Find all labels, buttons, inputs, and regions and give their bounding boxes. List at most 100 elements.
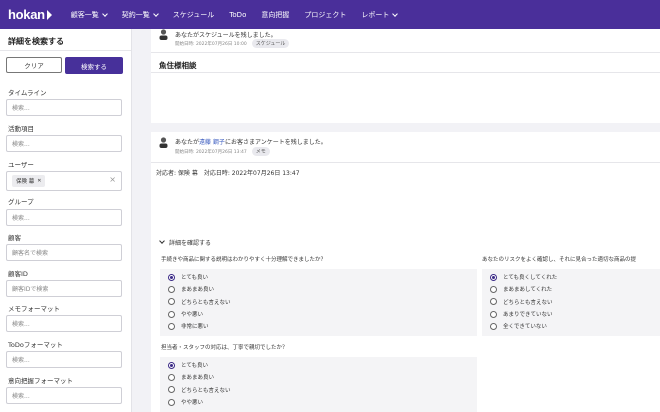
activity-text-prefix: あなたが [175, 139, 200, 146]
filter-label-activity: 活動項目 [8, 125, 34, 133]
radio-checked-icon [168, 361, 175, 369]
activity-input[interactable]: 検索... [6, 135, 122, 152]
question-1-options: とても良い まあまあ良い どちらとも言えない やや悪い 非常に悪い [160, 269, 477, 336]
activity-text: あなたがスケジュールを残しました。 [175, 32, 277, 39]
chevron-down-icon [159, 238, 165, 244]
q1-option[interactable]: どちらとも言えない [160, 296, 477, 308]
activity-date: 開始日時: 2022年07月26日 10:00 [175, 41, 247, 47]
nav-customers-label: 顧客一覧 [70, 10, 99, 19]
q3-option-label: とても良くしてくれた [503, 275, 558, 282]
nav-customers[interactable]: 顧客一覧 [70, 10, 108, 20]
filter-label-customer: 顧客 [8, 234, 21, 242]
user-chip-label: 保険 幕 [16, 179, 35, 185]
filter-label-customer-id: 顧客ID [8, 270, 28, 278]
filter-label-group: グループ [8, 198, 34, 206]
activity-text: あなたが遠藤 鋼子にお客さまアンケートを残しました。 [175, 137, 327, 146]
question-3-title: あなたのリスクをよく確認し、それに見合った適切な商品の提 [482, 257, 637, 263]
user-chip: 保険 幕 ✕ [12, 175, 46, 187]
top-nav: hokan 顧客一覧 契約一覧 スケジュール ToDo 意向把握 プロジェクト … [0, 0, 660, 29]
nav-todo-label: ToDo [229, 10, 247, 19]
filter-label-todo-format: ToDoフォーマット [8, 341, 63, 349]
chevron-down-icon [101, 10, 108, 17]
q3-option[interactable]: 全くできていない [482, 320, 660, 332]
radio-icon [168, 398, 175, 406]
nav-intent[interactable]: 意向把握 [261, 10, 289, 20]
schedule-title[interactable]: 魚住様相談 [159, 60, 197, 71]
nav-intent-label: 意向把握 [261, 10, 290, 19]
expand-label: 詳細を確認する [169, 240, 212, 247]
q3-option-label: あまりできていない [503, 312, 553, 319]
nav-items: 顧客一覧 契約一覧 スケジュール ToDo 意向把握 プロジェクト レポート [71, 10, 413, 20]
q2-option-label: やや悪い [181, 400, 204, 407]
schedule-badge: スケジュール [251, 39, 290, 48]
intent-format-input[interactable]: 検索... [6, 387, 122, 404]
q2-option[interactable]: とても良い [160, 359, 477, 371]
q1-option[interactable]: 非常に悪い [160, 320, 477, 332]
q2-option-label: どちらとも言えない [181, 387, 231, 394]
q3-option-label: まあまあしてくれた [503, 287, 553, 294]
user-avatar-icon [159, 29, 168, 40]
question-2-title: 担当者・スタッフの対応は、丁寧で親切でしたか？ [161, 345, 288, 351]
todo-format-input[interactable]: 検索... [6, 351, 122, 368]
radio-icon [168, 298, 175, 306]
group-input[interactable]: 検索... [6, 209, 122, 226]
user-select[interactable]: 保険 幕 ✕ × [6, 171, 122, 191]
user-avatar-icon [159, 137, 168, 148]
memo-badge: メモ [251, 147, 270, 156]
question-1-title: 手続きや商品に関する説明はわかりやすく十分理解できましたか？ [161, 257, 327, 263]
q2-option[interactable]: まあまあ良い [160, 371, 477, 383]
q1-option[interactable]: とても良い [160, 271, 477, 283]
question-2-options: とても良い まあまあ良い どちらとも言えない やや悪い [160, 357, 477, 412]
radio-icon [490, 322, 497, 330]
timeline-card-schedule: あなたがスケジュールを残しました。 開始日時: 2022年07月26日 10:0… [151, 29, 660, 123]
question-3-options: とても良くしてくれた まあまあしてくれた どちらとも言えない あまりできていない… [482, 269, 660, 336]
radio-icon [168, 373, 175, 381]
nav-contracts[interactable]: 契約一覧 [121, 10, 159, 20]
q1-option-label: やや悪い [181, 312, 204, 319]
nav-contracts-label: 契約一覧 [121, 10, 150, 19]
response-date: 対応日時: 2022年07月26日 13:47 [203, 170, 300, 177]
activity-meta: 開始日時: 2022年07月26日 13:47 メモ [175, 147, 270, 156]
customer-input[interactable]: 顧客名で検索 [6, 244, 122, 261]
filter-label-memo-format: メモフォーマット [8, 305, 60, 313]
q3-option[interactable]: まあまあしてくれた [482, 283, 660, 295]
nav-todo[interactable]: ToDo [229, 10, 246, 20]
search-sidebar: 詳細を検索する クリア 検索する タイムライン 検索... 活動項目 検索...… [0, 29, 132, 412]
search-button[interactable]: 検索する [65, 57, 123, 74]
logo-text: hokan [8, 7, 45, 22]
nav-schedule[interactable]: スケジュール [173, 10, 215, 20]
filter-label-timeline: タイムライン [8, 89, 47, 97]
activity-text-suffix: にお客さまアンケートを残しました。 [224, 139, 327, 146]
q3-option[interactable]: とても良くしてくれた [482, 271, 660, 283]
radio-checked-icon [168, 273, 175, 281]
timeline-input[interactable]: 検索... [6, 99, 122, 116]
responder-info: 対応者: 保険 幕 対応日時: 2022年07月26日 13:47 [156, 168, 300, 177]
divider [151, 162, 660, 163]
memo-format-input[interactable]: 検索... [6, 315, 122, 332]
expand-details-toggle[interactable]: 詳細を確認する [159, 238, 212, 247]
q2-option-label: とても良い [181, 363, 209, 370]
q3-option[interactable]: あまりできていない [482, 308, 660, 320]
q1-option[interactable]: まあまあ良い [160, 283, 477, 295]
q3-option[interactable]: どちらとも言えない [482, 296, 660, 308]
hokan-logo[interactable]: hokan [8, 7, 52, 22]
nav-projects[interactable]: プロジェクト [304, 10, 346, 20]
chip-remove-icon[interactable]: ✕ [37, 178, 41, 184]
sidebar-buttons: クリア 検索する [0, 51, 131, 74]
q1-option-label: とても良い [181, 275, 209, 282]
nav-reports[interactable]: レポート [361, 10, 399, 20]
activity-meta: 開始日時: 2022年07月26日 10:00 スケジュール [175, 39, 290, 48]
radio-checked-icon [490, 273, 497, 281]
q1-option[interactable]: やや悪い [160, 308, 477, 320]
q1-option-label: どちらとも言えない [181, 299, 231, 306]
q2-option[interactable]: どちらとも言えない [160, 384, 477, 396]
divider [151, 72, 660, 73]
customer-id-input[interactable]: 顧客IDで検索 [6, 280, 122, 297]
q1-option-label: 非常に悪い [181, 324, 209, 331]
clear-icon[interactable]: × [109, 175, 116, 184]
q2-option[interactable]: やや悪い [160, 396, 477, 408]
clear-button[interactable]: クリア [6, 57, 62, 73]
customer-link[interactable]: 遠藤 鋼子 [199, 139, 225, 146]
q3-option-label: どちらとも言えない [503, 299, 553, 306]
q2-option-label: まあまあ良い [181, 375, 215, 382]
